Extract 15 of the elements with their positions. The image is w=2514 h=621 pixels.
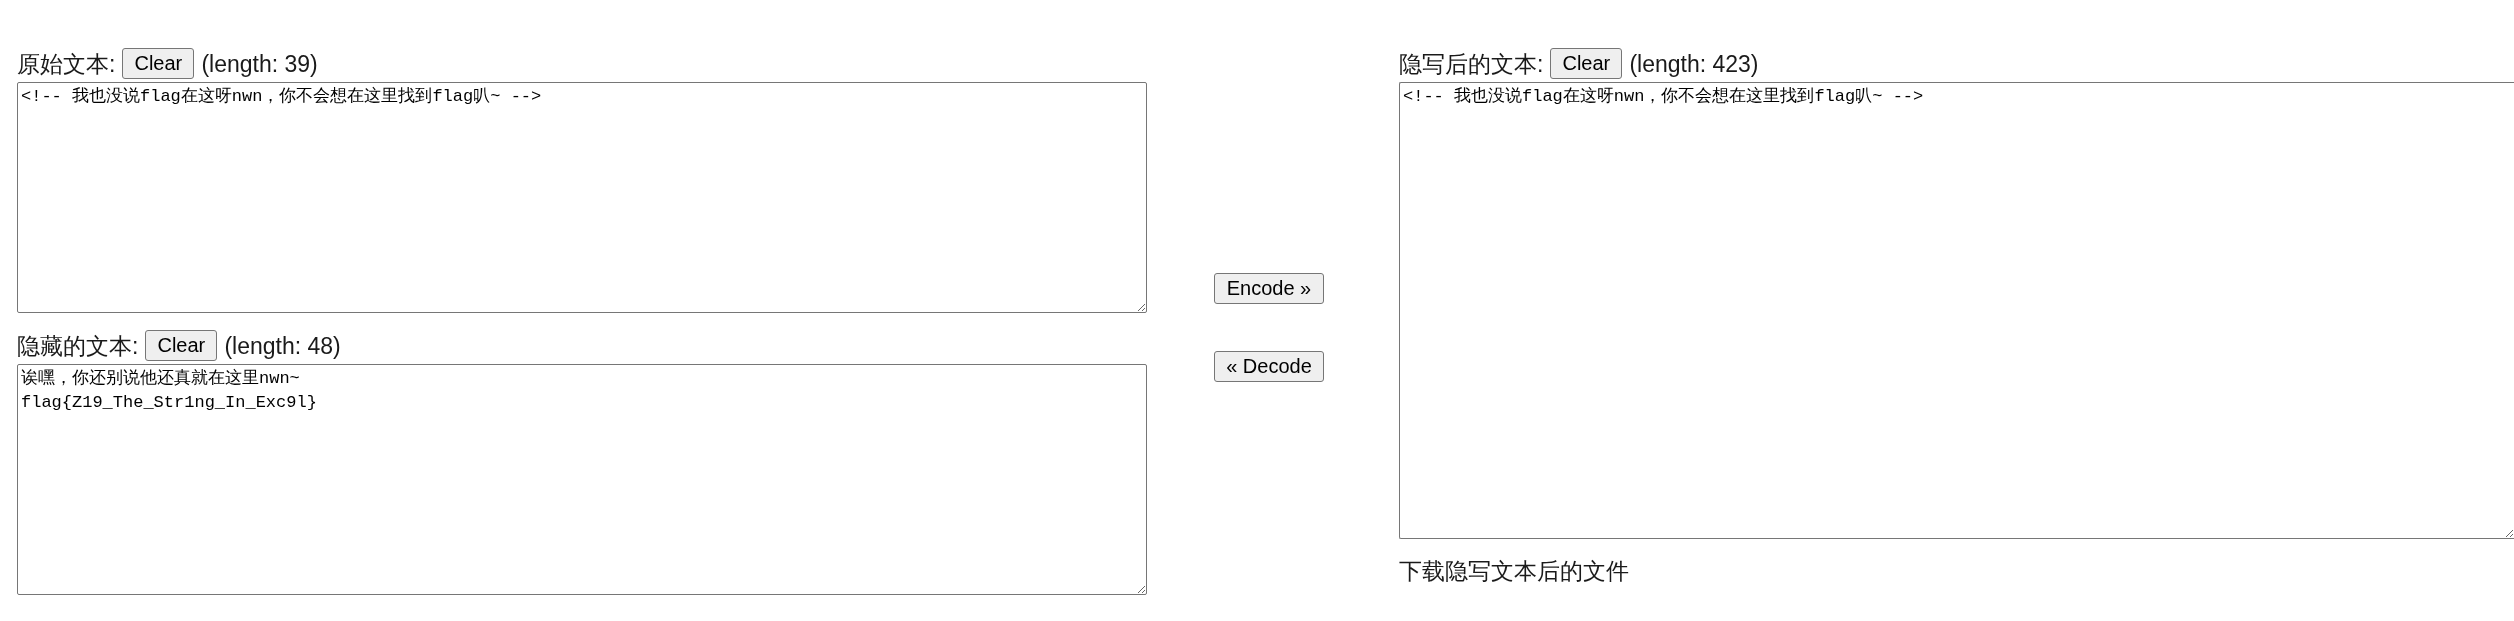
action-button[interactable]: Encode » — [1214, 273, 1324, 304]
field-label: 隐写后的文本: — [1399, 49, 1544, 78]
clear-button[interactable]: Clear — [1550, 48, 1623, 79]
text-area[interactable]: <!-- 我也没说flag在这呀nwn，你不会想在这里找到flag叭~ --> — [1399, 82, 2514, 539]
clear-button[interactable]: Clear — [122, 48, 195, 79]
length-text: (length: 48) — [224, 331, 341, 360]
field-label: 原始文本: — [17, 49, 116, 78]
length-text: (length: 423) — [1629, 49, 1759, 78]
download-link[interactable]: 下载隐写文本后的文件 — [1399, 559, 1629, 583]
field-label: 隐藏的文本: — [17, 331, 139, 360]
length-text: (length: 39) — [201, 49, 318, 78]
text-area[interactable]: 诶嘿，你还别说他还真就在这里nwn~ flag{Z19_The_Str1ng_In_Exc9l} — [17, 364, 1147, 595]
clear-button[interactable]: Clear — [145, 330, 218, 361]
text-area[interactable]: <!-- 我也没说flag在这呀nwn，你不会想在这里找到flag叭~ --> — [17, 82, 1147, 313]
action-button[interactable]: « Decode — [1214, 351, 1324, 382]
